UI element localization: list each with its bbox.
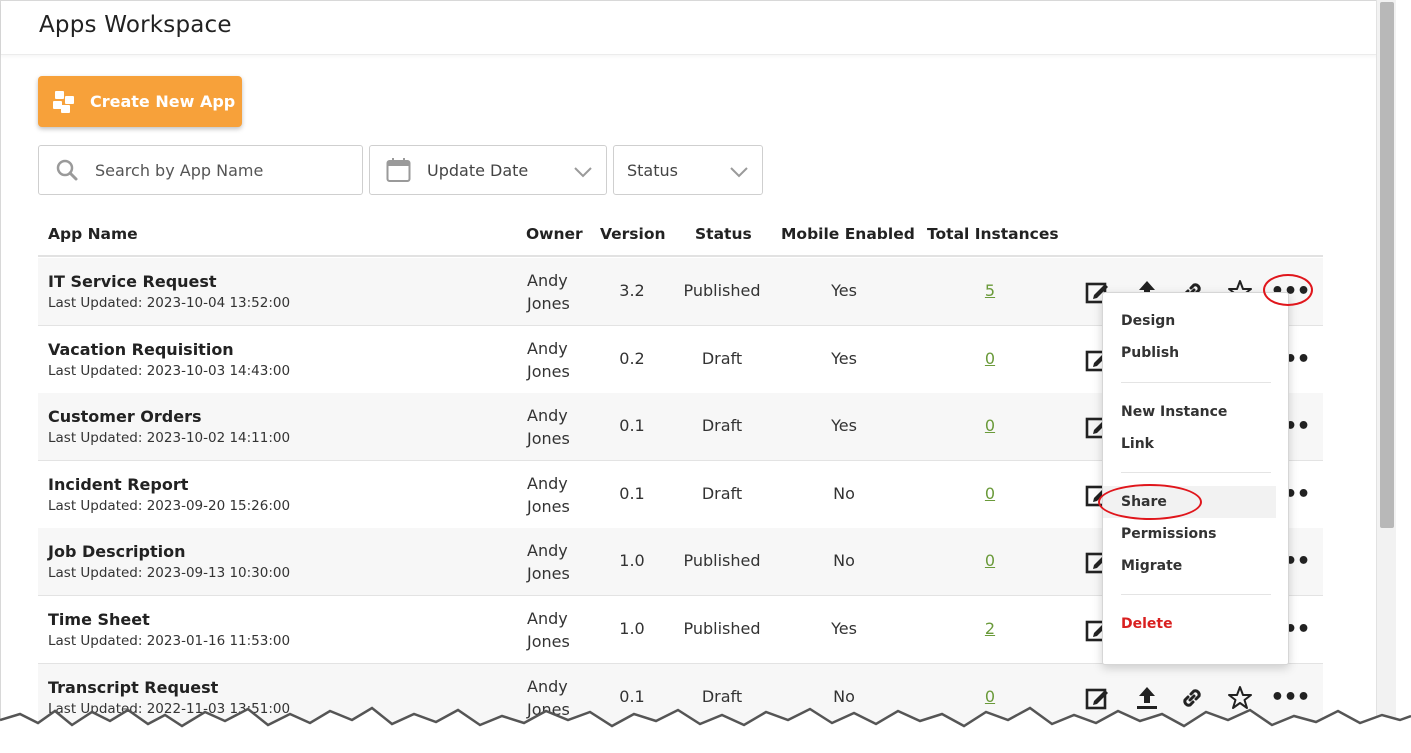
owner: Andy Jones [527,609,570,651]
mobile-enabled: No [833,483,855,503]
page-title: Apps Workspace [39,12,232,38]
search-icon [55,158,79,182]
total-instances: 0 [914,687,1066,706]
version: 1.0 [619,619,645,638]
create-new-app-button[interactable]: Create New App [38,76,242,127]
edit-icon[interactable] [1084,684,1112,712]
menu-item-delete[interactable]: Delete [1103,608,1288,640]
calendar-icon [386,157,411,183]
menu-divider [1121,594,1271,595]
total-instances: 2 [914,619,1066,638]
owner: Andy Jones [527,406,570,449]
version: 0.1 [619,416,645,436]
app-window: Apps Workspace Create New App Update Dat… [0,0,1377,753]
app-name[interactable]: Job Description [48,542,185,561]
menu-divider [1121,382,1271,383]
version: 3.2 [619,281,645,300]
column-header-owner[interactable]: Owner [526,225,583,243]
app-name[interactable]: Time Sheet [48,610,150,629]
last-updated: Last Updated: 2023-10-03 14:43:00 [48,362,291,379]
publish-icon[interactable] [1133,684,1161,712]
menu-item-migrate[interactable]: Migrate [1103,550,1288,582]
apps-icon [52,89,78,115]
total-instances-link[interactable]: 0 [985,687,995,706]
last-updated: Last Updated: 2023-09-20 15:26:00 [48,497,291,514]
app-name[interactable]: Transcript Request [48,678,218,697]
app-name[interactable]: Vacation Requisition [48,340,234,359]
menu-item-publish[interactable]: Publish [1103,337,1288,369]
total-instances: 5 [914,281,1066,300]
owner: Andy Jones [527,473,570,516]
version: 0.1 [619,483,645,503]
status: Draft [701,483,743,503]
total-instances: 0 [914,484,1066,503]
status: Published [683,619,761,638]
link-icon[interactable] [1178,684,1206,712]
total-instances-link[interactable]: 2 [985,619,995,638]
status: Published [683,551,761,571]
last-updated: Last Updated: 2022-11-03 13:51:00 [48,700,291,717]
last-updated: Last Updated: 2023-09-13 10:30:00 [48,565,291,582]
total-instances-link[interactable]: 5 [985,281,995,300]
last-updated: Last Updated: 2023-01-16 11:53:00 [48,633,291,649]
scrollbar-thumb[interactable] [1380,2,1394,528]
total-instances: 0 [914,416,1066,435]
owner: Andy Jones [527,271,570,313]
table-row[interactable]: Transcript Request Last Updated: 2022-11-… [38,663,1323,732]
status: Published [683,281,761,300]
create-new-app-label: Create New App [90,92,236,111]
total-instances-link[interactable]: 0 [985,349,995,368]
last-updated: Last Updated: 2023-10-02 14:11:00 [48,430,291,447]
vertical-scrollbar[interactable] [1376,0,1396,753]
mobile-enabled: No [833,551,855,571]
status: Draft [701,416,743,436]
search-input[interactable] [95,160,345,180]
update-date-dropdown[interactable]: Update Date [369,145,607,195]
menu-item-design[interactable]: Design [1103,305,1288,337]
total-instances: 0 [914,551,1066,570]
status-dropdown[interactable]: Status [613,145,763,195]
owner: Andy Jones [527,541,570,584]
version: 0.1 [619,686,645,706]
total-instances-link[interactable]: 0 [985,484,995,503]
total-instances-link[interactable]: 0 [985,551,995,570]
mobile-enabled: Yes [831,416,857,436]
menu-item-new-instance[interactable]: New Instance [1103,396,1288,428]
version: 0.2 [619,348,645,368]
table-header: App Name Owner Version Status Mobile Ena… [38,215,1323,257]
column-header-app-name[interactable]: App Name [48,225,138,243]
mobile-enabled: No [833,686,855,706]
app-name[interactable]: Customer Orders [48,407,202,426]
search-box[interactable] [38,145,363,195]
menu-item-permissions[interactable]: Permissions [1103,518,1288,550]
last-updated: Last Updated: 2023-10-04 13:52:00 [48,295,291,311]
chevron-down-icon [574,163,592,178]
star-icon[interactable] [1226,684,1254,712]
chevron-down-icon [730,163,748,178]
menu-item-link[interactable]: Link [1103,428,1288,460]
menu-divider [1121,472,1271,473]
app-name[interactable]: Incident Report [48,475,188,494]
total-instances: 0 [914,349,1066,368]
update-date-label: Update Date [427,160,529,180]
mobile-enabled: Yes [831,281,857,300]
version: 1.0 [619,551,645,571]
status-label: Status [627,160,678,180]
more-icon[interactable]: ••• [1270,684,1310,712]
actions-context-menu: Design Publish New Instance Link Share P… [1102,292,1289,665]
column-header-version[interactable]: Version [600,225,666,243]
column-header-status[interactable]: Status [695,225,752,243]
mobile-enabled: Yes [831,348,857,368]
column-header-total-instances[interactable]: Total Instances [927,225,1059,243]
total-instances-link[interactable]: 0 [985,416,995,435]
owner: Andy Jones [527,338,570,381]
mobile-enabled: Yes [831,619,857,638]
status: Draft [701,348,743,368]
app-name[interactable]: IT Service Request [48,272,217,291]
menu-item-share[interactable]: Share [1103,486,1276,518]
status: Draft [701,686,743,706]
column-header-mobile-enabled[interactable]: Mobile Enabled [781,225,915,243]
owner: Andy Jones [527,676,570,719]
page-header: Apps Workspace [1,1,1377,55]
